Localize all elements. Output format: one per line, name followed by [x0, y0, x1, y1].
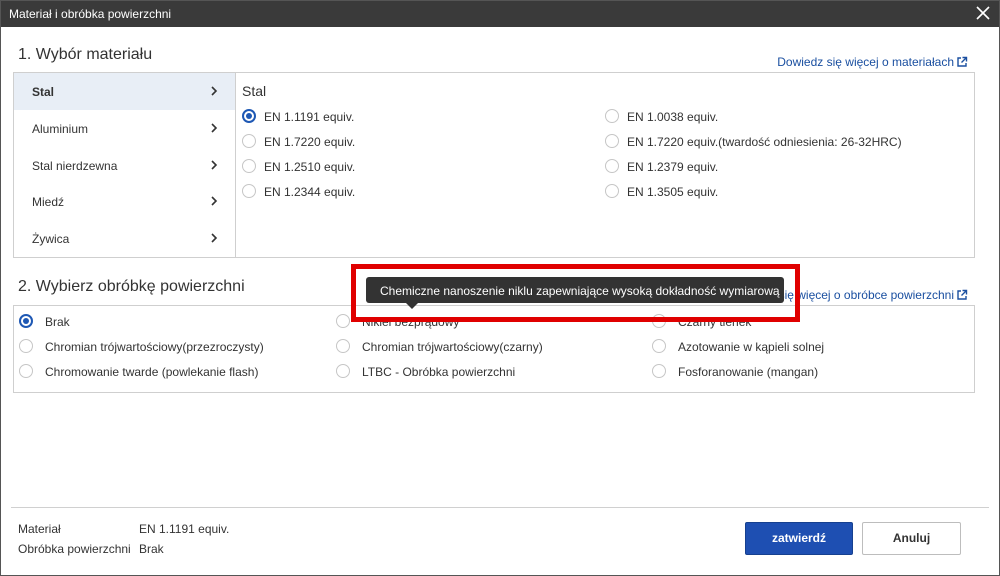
radio-button[interactable]: [19, 314, 33, 328]
category-item-stal-nierdzewna[interactable]: Stal nierdzewna: [14, 147, 235, 184]
option-label: EN 1.2344 equiv.: [264, 185, 356, 199]
chevron-right-icon: [209, 122, 219, 134]
surface-learn-more-link[interactable]: się więcej o obróbce powierzchni: [779, 288, 968, 304]
material-category-list: Stal Aluminium Stal nierdzewna Miedź Żyw…: [14, 73, 236, 257]
surface-learn-more-text: się więcej o obróbce powierzchni: [778, 288, 954, 302]
summary-surface-label: Obróbka powierzchni: [18, 542, 131, 556]
category-label: Miedź: [32, 195, 65, 209]
material-panel: Stal Aluminium Stal nierdzewna Miedź Żyw…: [13, 72, 975, 258]
external-link-icon: [956, 289, 968, 304]
highlight-box: [351, 264, 800, 322]
option-label: EN 1.7220 equiv.(twardość odniesienia: 2…: [627, 135, 902, 149]
radio-button[interactable]: [336, 364, 350, 378]
radio-button[interactable]: [242, 159, 256, 173]
option-label: EN 1.3505 equiv.: [627, 185, 719, 199]
summary-surface-value: Brak: [139, 542, 164, 556]
radio-button[interactable]: [242, 109, 256, 123]
close-icon[interactable]: [973, 3, 993, 23]
option-label: EN 1.1191 equiv.: [264, 110, 355, 124]
radio-button[interactable]: [605, 159, 619, 173]
option-label: Fosforanowanie (mangan): [678, 365, 819, 379]
materials-learn-more-link[interactable]: Dowiedz się więcej o materiałach: [777, 55, 968, 71]
radio-button[interactable]: [336, 339, 350, 353]
option-label: Chromian trójwartościowy(czarny): [362, 340, 543, 354]
dialog-title: Materiał i obróbka powierzchni: [9, 7, 172, 21]
footer-divider: [11, 507, 989, 508]
category-label: Stal nierdzewna: [32, 159, 118, 173]
radio-button[interactable]: [336, 314, 350, 328]
material-dialog: Materiał i obróbka powierzchni 1. Wybór …: [0, 0, 1000, 576]
category-item-stal[interactable]: Stal: [14, 73, 235, 110]
cancel-button[interactable]: Anuluj: [862, 522, 961, 555]
category-item-aluminium[interactable]: Aluminium: [14, 110, 235, 147]
chevron-right-icon: [209, 232, 219, 244]
confirm-button[interactable]: zatwierdź: [745, 522, 853, 555]
chevron-right-icon: [209, 195, 219, 207]
summary-material-label: Materiał: [18, 522, 61, 536]
radio-button[interactable]: [19, 364, 33, 378]
radio-button[interactable]: [652, 364, 666, 378]
option-label: Chromowanie twarde (powlekanie flash): [45, 365, 259, 379]
option-label: Brak: [45, 315, 70, 329]
category-label: Stal: [32, 85, 55, 99]
category-item-zywica[interactable]: Żywica: [14, 220, 235, 257]
chevron-right-icon: [209, 85, 219, 97]
option-label: Azotowanie w kąpieli solnej: [678, 340, 825, 354]
option-label: EN 1.2510 equiv.: [264, 160, 356, 174]
radio-button[interactable]: [19, 339, 33, 353]
category-label: Żywica: [32, 232, 70, 246]
external-link-icon: [956, 56, 968, 71]
option-label: EN 1.0038 equiv.: [627, 110, 719, 124]
surface-section-title: 2. Wybierz obróbkę powierzchni: [18, 278, 245, 295]
radio-button[interactable]: [605, 134, 619, 148]
title-bar: Materiał i obróbka powierzchni: [1, 1, 999, 27]
radio-button[interactable]: [605, 184, 619, 198]
option-label: LTBC - Obróbka powierzchni: [362, 365, 516, 379]
material-pane-title: Stal: [242, 83, 267, 99]
option-label: Chromian trójwartościowy(przezroczysty): [45, 340, 264, 354]
option-label: EN 1.7220 equiv.: [264, 135, 356, 149]
radio-button[interactable]: [242, 184, 256, 198]
material-section-title: 1. Wybór materiału: [18, 46, 153, 63]
materials-learn-more-text: Dowiedz się więcej o materiałach: [777, 55, 954, 69]
radio-button[interactable]: [652, 339, 666, 353]
category-item-miedz[interactable]: Miedź: [14, 183, 235, 220]
chevron-right-icon: [209, 159, 219, 171]
summary-material-value: EN 1.1191 equiv.: [139, 522, 230, 536]
radio-button[interactable]: [242, 134, 256, 148]
option-label: EN 1.2379 equiv.: [627, 160, 719, 174]
category-label: Aluminium: [32, 122, 89, 136]
radio-button[interactable]: [605, 109, 619, 123]
